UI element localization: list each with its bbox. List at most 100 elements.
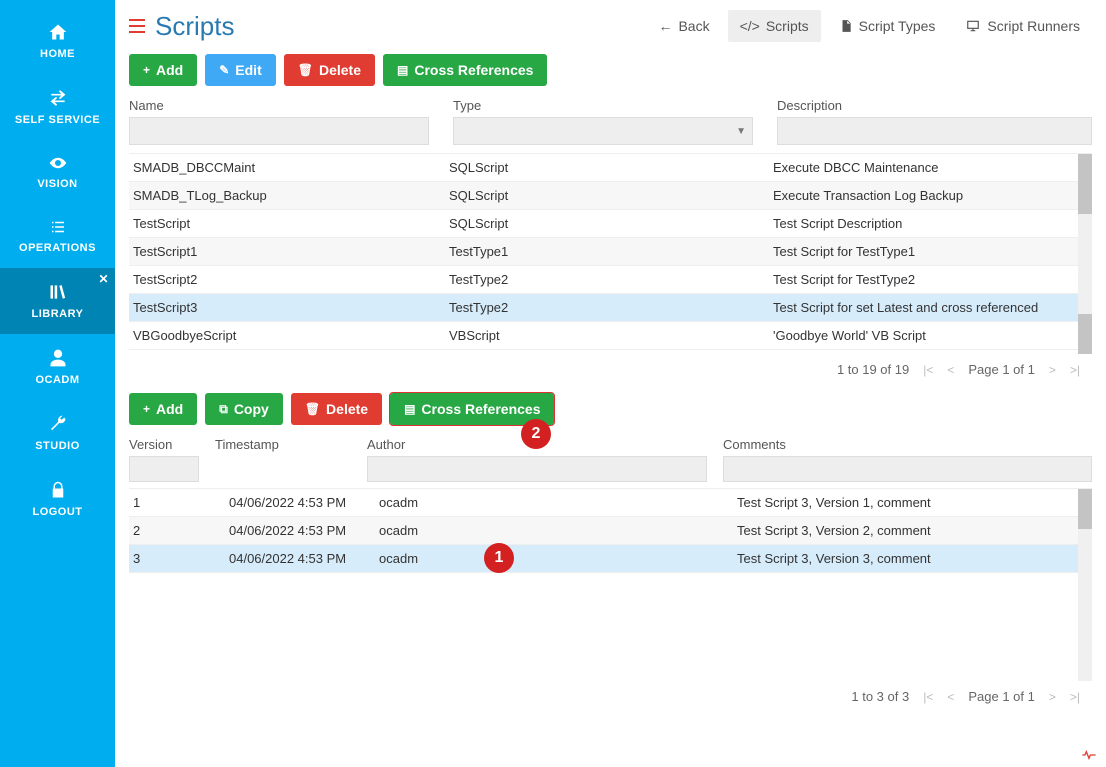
list-icon — [47, 218, 69, 236]
sidebar-item-vision[interactable]: VISION — [0, 140, 115, 204]
sidebar-item-label: HOME — [40, 48, 75, 60]
cell-type: TestType2 — [449, 272, 773, 287]
pager-next-icon[interactable]: > — [1049, 363, 1056, 377]
cell-comments: Test Script 3, Version 2, comment — [737, 523, 1092, 538]
cell-desc: Execute DBCC Maintenance — [773, 160, 1092, 175]
subfilter-comments-label: Comments — [723, 437, 1092, 452]
pager-prev-icon[interactable]: < — [947, 363, 954, 377]
eye-icon — [46, 154, 70, 172]
cell-name: TestScript1 — [129, 244, 449, 259]
nav-script-types-label: Script Types — [859, 18, 936, 34]
trash-icon: 🗑 — [298, 63, 313, 77]
cell-version: 2 — [129, 523, 229, 538]
pager-last-icon[interactable]: >| — [1070, 363, 1080, 377]
nav-script-runners-label: Script Runners — [987, 18, 1080, 34]
cell-author: ocadm — [379, 495, 737, 510]
swap-icon — [47, 88, 69, 108]
edit-button[interactable]: ✎ Edit — [205, 54, 276, 86]
cell-desc: 'Goodbye World' VB Script — [773, 328, 1092, 343]
pager-next-icon[interactable]: > — [1049, 690, 1056, 704]
table-row[interactable]: TestScript3 TestType2 Test Script for se… — [129, 294, 1092, 322]
user-icon — [48, 348, 68, 368]
annotation-marker-1: 1 — [484, 543, 514, 573]
close-icon[interactable]: ✕ — [98, 272, 109, 286]
sub-toolbar: + Add ⧉ Copy 🗑 Delete ▤ Cross References… — [129, 393, 1092, 425]
table-row[interactable]: TestScript2 TestType2 Test Script for Te… — [129, 266, 1092, 294]
edit-label: Edit — [235, 62, 261, 78]
table-row[interactable]: TestScript1 TestType1 Test Script for Te… — [129, 238, 1092, 266]
table-row[interactable]: 2 04/06/2022 4:53 PM ocadm Test Script 3… — [129, 517, 1092, 545]
nav-scripts[interactable]: </> Scripts — [728, 10, 821, 42]
cell-type: SQLScript — [449, 188, 773, 203]
subfilter-version-input[interactable] — [129, 456, 199, 482]
document-icon — [839, 19, 853, 33]
arrow-left-icon: ← — [658, 18, 672, 34]
sub-copy-label: Copy — [234, 401, 269, 417]
add-button[interactable]: + Add — [129, 54, 197, 86]
cell-name: SMADB_TLog_Backup — [129, 188, 449, 203]
table-row[interactable]: 1 04/06/2022 4:53 PM ocadm Test Script 3… — [129, 489, 1092, 517]
sidebar-item-ocadm[interactable]: OCADM — [0, 334, 115, 400]
sidebar-item-logout[interactable]: LOGOUT — [0, 466, 115, 532]
copy-icon: ⧉ — [219, 402, 228, 417]
cell-type: SQLScript — [449, 160, 773, 175]
pager-page: Page 1 of 1 — [968, 689, 1035, 704]
delete-button[interactable]: 🗑 Delete — [284, 54, 375, 86]
code-icon: </> — [740, 18, 760, 34]
table-row[interactable]: TestScript SQLScript Test Script Descrip… — [129, 210, 1092, 238]
cell-type: VBScript — [449, 328, 773, 343]
nav-back-label: Back — [678, 18, 709, 34]
annotation-marker-2: 2 — [521, 419, 551, 449]
nav-back[interactable]: ← Back — [646, 10, 721, 42]
heartbeat-icon[interactable] — [1080, 747, 1098, 763]
nav-script-runners[interactable]: Script Runners — [953, 10, 1092, 42]
pager-first-icon[interactable]: |< — [923, 690, 933, 704]
cell-name: TestScript3 — [129, 300, 449, 315]
plus-icon: + — [143, 402, 150, 416]
scrollbar[interactable] — [1078, 154, 1092, 354]
sidebar-item-label: OPERATIONS — [19, 242, 96, 254]
table-row[interactable]: 3 04/06/2022 4:53 PM ocadm Test Script 3… — [129, 545, 1092, 573]
cell-desc: Test Script for TestType2 — [773, 272, 1092, 287]
scrollbar[interactable] — [1078, 489, 1092, 681]
sidebar-item-library[interactable]: ✕ LIBRARY — [0, 268, 115, 334]
sidebar-item-operations[interactable]: OPERATIONS — [0, 204, 115, 268]
cell-comments: Test Script 3, Version 1, comment — [737, 495, 1092, 510]
scripts-grid: SMADB_DBCCMaint SQLScript Execute DBCC M… — [129, 154, 1092, 354]
delete-label: Delete — [319, 62, 361, 78]
sidebar-item-label: LIBRARY — [32, 308, 84, 320]
sidebar-item-self-service[interactable]: SELF SERVICE — [0, 74, 115, 140]
subfilter-version-label: Version — [129, 437, 199, 452]
filter-desc-input[interactable] — [777, 117, 1092, 145]
cell-name: TestScript2 — [129, 272, 449, 287]
sidebar-item-studio[interactable]: STUDIO — [0, 400, 115, 466]
filter-type-label: Type — [453, 98, 753, 113]
cell-desc: Execute Transaction Log Backup — [773, 188, 1092, 203]
cross-label: Cross References — [414, 62, 533, 78]
cell-type: SQLScript — [449, 216, 773, 231]
nav-script-types[interactable]: Script Types — [827, 10, 948, 42]
pager-first-icon[interactable]: |< — [923, 363, 933, 377]
pager-range: 1 to 3 of 3 — [851, 689, 909, 704]
sub-add-button[interactable]: + Add — [129, 393, 197, 425]
filter-name-input[interactable] — [129, 117, 429, 145]
subfilter-comments-input[interactable] — [723, 456, 1092, 482]
add-label: Add — [156, 62, 183, 78]
wrench-icon — [48, 414, 68, 434]
pager-prev-icon[interactable]: < — [947, 690, 954, 704]
cell-version: 3 — [129, 551, 229, 566]
table-row[interactable]: SMADB_DBCCMaint SQLScript Execute DBCC M… — [129, 154, 1092, 182]
cell-type: TestType2 — [449, 300, 773, 315]
table-row[interactable]: SMADB_TLog_Backup SQLScript Execute Tran… — [129, 182, 1092, 210]
cross-references-button[interactable]: ▤ Cross References — [383, 54, 547, 86]
subfilter-author-input[interactable] — [367, 456, 707, 482]
sub-delete-button[interactable]: 🗑 Delete — [291, 393, 382, 425]
cell-timestamp: 04/06/2022 4:53 PM — [229, 495, 379, 510]
pager-last-icon[interactable]: >| — [1070, 690, 1080, 704]
sidebar-item-home[interactable]: HOME — [0, 8, 115, 74]
filter-type-select[interactable]: ▼ — [453, 117, 753, 145]
sub-copy-button[interactable]: ⧉ Copy — [205, 393, 283, 425]
sidebar-item-label: VISION — [37, 178, 77, 190]
table-row[interactable]: VBGoodbyeScript VBScript 'Goodbye World'… — [129, 322, 1092, 350]
menu-icon[interactable] — [129, 19, 145, 33]
